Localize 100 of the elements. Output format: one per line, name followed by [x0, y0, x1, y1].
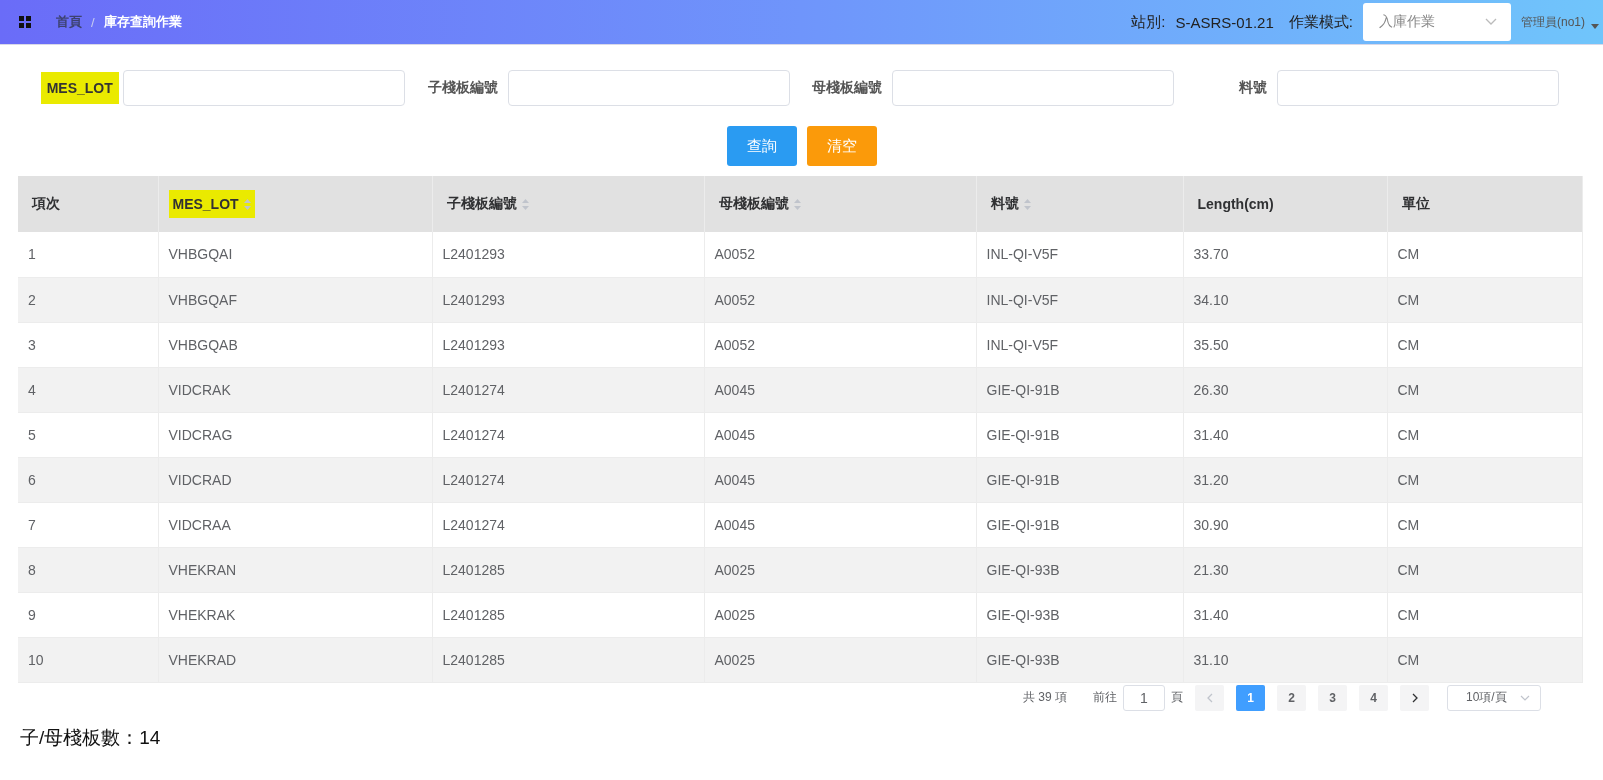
filter-input[interactable]	[507, 70, 790, 106]
sort-icon[interactable]	[521, 198, 529, 210]
table-cell: GIE-QI-93B	[976, 592, 1183, 637]
sort-icon[interactable]	[1023, 198, 1031, 210]
table-cell: 9	[18, 592, 158, 637]
table-cell: 31.40	[1183, 412, 1387, 457]
page-button[interactable]: 4	[1359, 684, 1388, 711]
table-cell: A0052	[704, 232, 976, 277]
table-cell: VIDCRAA	[158, 502, 432, 547]
table-cell: CM	[1387, 277, 1582, 322]
table-cell: CM	[1387, 322, 1582, 367]
table-cell: GIE-QI-91B	[976, 367, 1183, 412]
table-cell: L2401274	[432, 502, 704, 547]
table-cell: GIE-QI-93B	[976, 637, 1183, 682]
table-cell: VHBGQAI	[158, 232, 432, 277]
table-cell: L2401274	[432, 457, 704, 502]
sort-icon[interactable]	[243, 198, 251, 210]
goto-suffix: 頁	[1171, 689, 1183, 706]
user-menu[interactable]: 管理員(no1)	[1521, 13, 1585, 31]
station-value: S-ASRS-01.21	[1175, 13, 1274, 31]
page-size-select[interactable]: 10項/頁	[1447, 684, 1541, 711]
table-cell: A0025	[704, 592, 976, 637]
table-cell: 30.90	[1183, 502, 1387, 547]
table-cell: VHEKRAK	[158, 592, 432, 637]
table-cell: VHEKRAN	[158, 547, 432, 592]
table-cell: GIE-QI-91B	[976, 412, 1183, 457]
table-cell: CM	[1387, 547, 1582, 592]
table-cell: 34.10	[1183, 277, 1387, 322]
table-cell: CM	[1387, 412, 1582, 457]
table-cell: 6	[18, 457, 158, 502]
table-cell: 3	[18, 322, 158, 367]
grid-menu-icon[interactable]	[19, 16, 31, 28]
filter-label: MES_LOT	[40, 72, 119, 104]
goto-page-input[interactable]: 1	[1123, 684, 1165, 711]
table-cell: GIE-QI-93B	[976, 547, 1183, 592]
table-cell: A0045	[704, 502, 976, 547]
next-page-button[interactable]	[1400, 684, 1429, 711]
chevron-left-icon	[1206, 692, 1213, 703]
table-cell: 4	[18, 367, 158, 412]
table-cell: CM	[1387, 592, 1582, 637]
table-cell: 26.30	[1183, 367, 1387, 412]
table-cell: GIE-QI-91B	[976, 502, 1183, 547]
breadcrumb-separator: /	[91, 14, 95, 30]
table-cell: L2401285	[432, 592, 704, 637]
table-cell: VIDCRAD	[158, 457, 432, 502]
page-button[interactable]: 3	[1318, 684, 1347, 711]
table-cell: A0045	[704, 457, 976, 502]
table-cell: 7	[18, 502, 158, 547]
table-cell: INL-QI-V5F	[976, 232, 1183, 277]
table-cell: L2401285	[432, 637, 704, 682]
column-title[interactable]: 子棧板編號	[442, 189, 533, 219]
table-cell: A0045	[704, 412, 976, 457]
caret-icon[interactable]	[1591, 23, 1599, 29]
filter-input[interactable]	[1277, 70, 1559, 106]
filter-label: 子棧板編號	[426, 78, 499, 97]
column-title: 單位	[1400, 194, 1431, 213]
table-cell: L2401293	[432, 232, 704, 277]
mode-label: 作業模式:	[1288, 12, 1353, 32]
filter-label: 母棧板編號	[811, 78, 884, 97]
mode-select[interactable]: 入庫作業	[1363, 3, 1511, 41]
chevron-down-icon	[1520, 694, 1530, 701]
column-title[interactable]: 母棧板編號	[714, 189, 805, 219]
table-cell: A0052	[704, 277, 976, 322]
table-cell: 5	[18, 412, 158, 457]
filter-input[interactable]	[892, 70, 1175, 106]
breadcrumb-item: 庫存查詢作業	[103, 13, 182, 31]
table-cell: 31.40	[1183, 592, 1387, 637]
table-cell: 1	[18, 232, 158, 277]
table-cell: CM	[1387, 502, 1582, 547]
column-title[interactable]: 料號	[986, 189, 1035, 219]
table-cell: 8	[18, 547, 158, 592]
filter-input[interactable]	[122, 70, 405, 106]
table-cell: A0052	[704, 322, 976, 367]
sort-icon[interactable]	[793, 198, 801, 210]
table-cell: A0025	[704, 637, 976, 682]
table-cell: 10	[18, 637, 158, 682]
table-cell: 33.70	[1183, 232, 1387, 277]
table-cell: 31.20	[1183, 457, 1387, 502]
chevron-down-icon	[1485, 18, 1497, 26]
goto-label: 前往	[1093, 689, 1117, 706]
table-cell: INL-QI-V5F	[976, 277, 1183, 322]
table-cell: VHEKRAD	[158, 637, 432, 682]
page-button[interactable]: 2	[1277, 684, 1306, 711]
table-cell: 21.30	[1183, 547, 1387, 592]
table-cell: L2401274	[432, 412, 704, 457]
column-title[interactable]: MES_LOT	[168, 190, 255, 218]
column-title: 項次	[30, 194, 61, 213]
total-count: 共 39 項	[1023, 689, 1067, 706]
table-cell: CM	[1387, 232, 1582, 277]
table-cell: 31.10	[1183, 637, 1387, 682]
table-cell: GIE-QI-91B	[976, 457, 1183, 502]
pallet-count-text: 子/母棧板數：14	[20, 725, 162, 750]
table-cell: L2401285	[432, 547, 704, 592]
table-cell: VHBGQAB	[158, 322, 432, 367]
column-title: Length(cm)	[1196, 195, 1275, 214]
table-cell: CM	[1387, 637, 1582, 682]
search-button[interactable]: 查詢	[727, 126, 797, 166]
table-cell: L2401293	[432, 277, 704, 322]
table-cell: INL-QI-V5F	[976, 322, 1183, 367]
filter-label: 料號	[1238, 78, 1268, 97]
